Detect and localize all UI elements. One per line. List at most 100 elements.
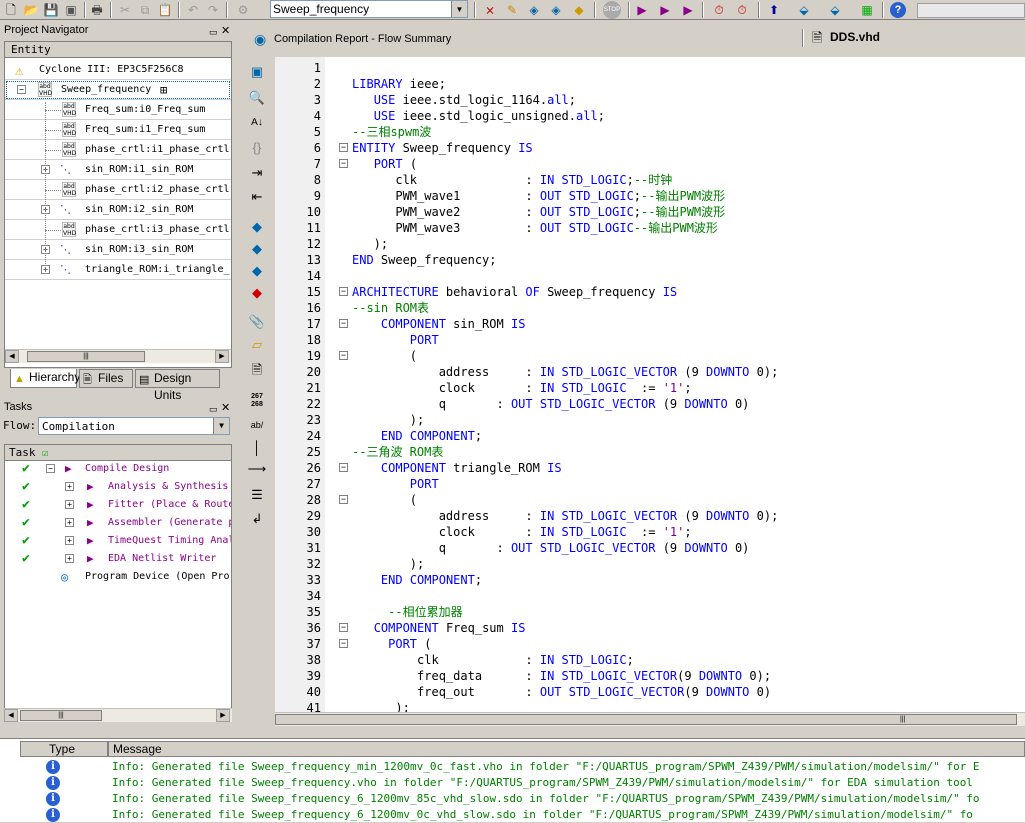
expand-icon[interactable]: + [65,500,74,509]
signaltap-icon[interactable]: ⬙ [826,1,844,18]
code-line[interactable]: q : OUT STD_LOGIC_VECTOR (9 DOWNTO 0) [352,540,750,556]
tree-item[interactable]: abd VHD Freq_sum:i1_Freq_sum [5,120,231,140]
rtl-viewer-icon[interactable]: ⬆ [765,1,783,18]
message-column-header[interactable]: Message [108,741,1025,757]
brace-icon[interactable]: {} [247,137,267,157]
code-line[interactable]: clk : IN STD_LOGIC;--时钟 [352,172,672,188]
task-row[interactable]: ✔ + ▶ Assembler (Generate p [5,514,231,532]
scroll-thumb[interactable]: ||| [20,710,102,721]
code-line[interactable]: ( [352,492,417,508]
code-line[interactable]: ENTITY Sweep_frequency IS [352,140,533,156]
attach-icon[interactable]: 📎 [247,312,267,332]
code-line[interactable]: address : IN STD_LOGIC_VECTOR (9 DOWNTO … [352,508,779,524]
task-row[interactable]: ✔ − ▶ Compile Design [5,460,231,478]
cut-icon[interactable]: ✂ [116,1,134,18]
print-icon[interactable]: 🖶 [88,1,106,18]
indent-icon[interactable]: ⇥ [247,163,267,183]
scroll-left-icon[interactable]: ◀ [4,709,18,722]
tree-item[interactable]: abd VHD Freq_sum:i0_Freq_sum [5,100,231,120]
top-entity-row[interactable]: − abd VHD Sweep_frequency ⊞ [5,80,231,100]
fitter-icon[interactable]: ▶ [679,1,697,18]
open-icon[interactable]: 📂 [22,1,40,18]
code-line[interactable]: END COMPONENT; [352,572,482,588]
code-line[interactable]: ); [352,236,388,252]
code-line[interactable]: COMPONENT triangle_ROM IS [352,460,562,476]
scroll-right-icon[interactable]: ▶ [215,350,229,363]
tree-item[interactable]: abd VHD phase_crtl:i2_phase_crtl [5,180,231,200]
play-icon[interactable]: ▶ [65,460,72,478]
scroll-left-icon[interactable]: ◀ [5,350,19,363]
flow-select[interactable]: Compilation ▼ [38,417,230,435]
save-all-icon[interactable]: ▣ [62,1,80,18]
task-row[interactable]: ✔ + ▶ Analysis & Synthesis [5,478,231,496]
fold-toggle-icon[interactable]: − [339,159,348,168]
code-line[interactable]: PORT ( [352,636,431,652]
pin-icon[interactable]: ▭ [209,27,218,38]
code-line[interactable]: ( [352,348,417,364]
fold-toggle-icon[interactable]: − [339,495,348,504]
device-row[interactable]: ⚠ Cyclone III: EP3C5F256C8 [5,60,231,80]
collapse-icon[interactable]: − [46,464,55,473]
message-row[interactable]: Info: Generated file Sweep_frequency.vho… [112,775,973,791]
tree-item[interactable]: + ⋱ sin_ROM:i2_sin_ROM [5,200,231,220]
programmer-icon[interactable]: ◎ [61,568,68,586]
tree-item[interactable]: abd VHD phase_crtl:i1_phase_crtl [5,140,231,160]
code-line[interactable]: COMPONENT sin_ROM IS [352,316,526,332]
save-icon[interactable]: 🗎 [247,362,267,382]
outdent-icon[interactable]: ⇤ [247,187,267,207]
play-icon[interactable]: ▶ [87,550,94,568]
task-row[interactable]: ✔ + ▶ Fitter (Place & Route [5,496,231,514]
settings-icon[interactable]: ⚙ [234,1,252,18]
fold-toggle-icon[interactable]: − [339,639,348,648]
play-icon[interactable]: ▶ [87,514,94,532]
list-icon[interactable]: ☰ [247,485,267,505]
tree-item[interactable]: abd VHD phase_crtl:i3_phase_crtl [5,220,231,240]
tree-item[interactable]: + ⋱ sin_ROM:i1_sin_ROM [5,160,231,180]
tab-files[interactable]: 🗎 Files [79,369,133,388]
timequest-icon[interactable]: ⏱ [733,1,751,18]
arrow-right-icon[interactable]: ⟶ [247,459,267,479]
code-line[interactable]: clock : IN STD_LOGIC := '1'; [352,524,692,540]
code-line[interactable]: ); [352,556,424,572]
task-column-header[interactable]: Task ☑ [5,445,231,461]
fold-toggle-icon[interactable]: − [339,319,348,328]
task-row[interactable]: ✔ + ▶ EDA Netlist Writer [5,550,231,568]
code-line[interactable]: --三角波 ROM表 [352,444,443,460]
chip-icon[interactable]: ▦ [858,1,876,18]
help-icon[interactable]: ? [890,1,906,18]
programmer-icon[interactable]: ⬙ [795,1,813,18]
fold-toggle-icon[interactable]: − [339,623,348,632]
pin-planner-icon[interactable]: ⨯ [481,1,499,18]
code-line[interactable]: clk : IN STD_LOGIC; [352,652,634,668]
scroll-thumb[interactable]: ||| [275,714,1017,725]
message-row[interactable]: Info: Generated file Sweep_frequency_6_1… [112,791,980,807]
undo-icon[interactable]: ↶ [184,1,202,18]
task-row[interactable]: ✔ + ▶ TimeQuest Timing Anal [5,532,231,550]
tree-item[interactable]: + ⋱ triangle_ROM:i_triangle_ [5,260,231,280]
code-line[interactable]: address : IN STD_LOGIC_VECTOR (9 DOWNTO … [352,364,779,380]
code-line[interactable]: PWM_wave1 : OUT STD_LOGIC;--输出PWM波形 [352,188,725,204]
scroll-thumb[interactable]: ||| [27,351,145,362]
bookmark-clear-icon[interactable]: ◆ [247,283,267,303]
play-icon[interactable]: ▶ [87,478,94,496]
bookmark-prev-icon[interactable]: ◆ [247,261,267,281]
save-icon[interactable]: 💾 [42,1,60,18]
code-line[interactable]: clock : IN STD_LOGIC := '1'; [352,380,692,396]
code-line[interactable]: USE ieee.std_logic_unsigned.all; [352,108,605,124]
line-numbers-icon[interactable]: 267 268 [247,391,267,411]
expand-icon[interactable]: + [65,554,74,563]
code-line[interactable]: PORT [352,332,439,348]
pin-icon[interactable]: ▭ [209,404,218,415]
fold-toggle-icon[interactable]: − [339,463,348,472]
redo-icon[interactable]: ↷ [204,1,222,18]
timing-icon[interactable]: ⏱ [710,1,728,18]
code-line[interactable]: PWM_wave3 : OUT STD_LOGIC--输出PWM波形 [352,220,718,236]
design-partition-icon[interactable]: ◈ [547,1,565,18]
copy-icon[interactable]: ⧉ [136,1,154,18]
code-line[interactable]: --sin ROM表 [352,300,429,316]
assignment-editor-icon[interactable]: ✎ [503,1,521,18]
chevron-down-icon[interactable]: ▼ [451,1,467,17]
tab-design-units[interactable]: ▤ Design Units [135,369,220,402]
tree-item[interactable]: + ⋱ sin_ROM:i3_sin_ROM [5,240,231,260]
code-line[interactable]: END COMPONENT; [352,428,482,444]
